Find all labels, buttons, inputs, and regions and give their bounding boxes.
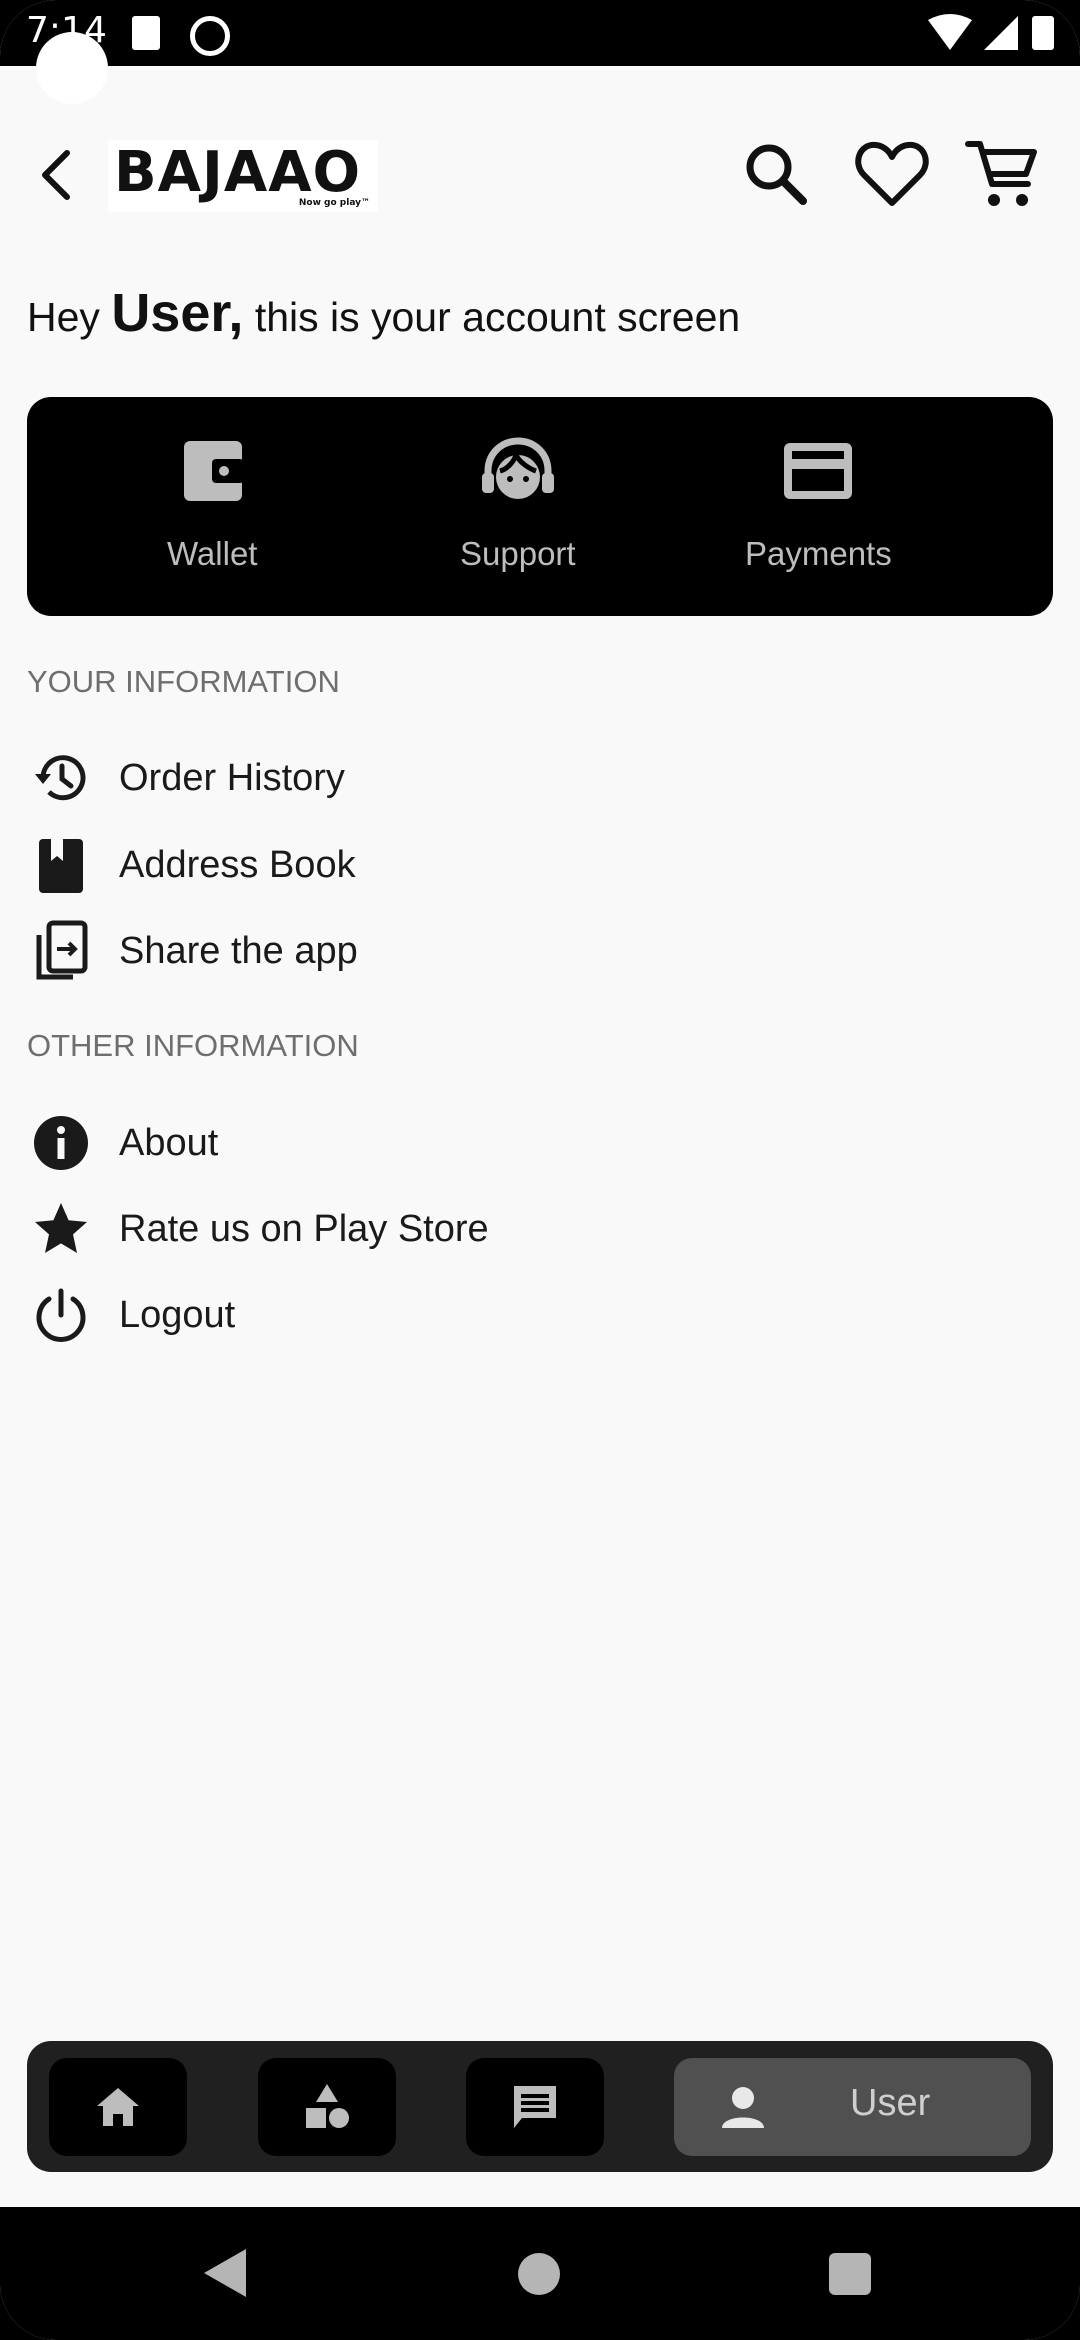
- bottom-navigation: User: [27, 2041, 1053, 2172]
- brand-tagline: Now go play™: [298, 198, 370, 208]
- back-button[interactable]: [22, 142, 88, 208]
- cart-icon: [965, 141, 1037, 206]
- account-screen: 7:14 BAJAAO Now go play™ Hey User, this …: [0, 0, 1080, 2340]
- power-icon: [27, 1281, 95, 1349]
- brand-logo[interactable]: BAJAAO Now go play™: [108, 140, 378, 212]
- payments-button[interactable]: Payments: [745, 427, 892, 573]
- wallet-icon: [184, 441, 245, 501]
- nav-categories-button[interactable]: [258, 2058, 396, 2156]
- nav-user-label: User: [850, 2082, 931, 2124]
- greeting-prefix: Hey: [27, 294, 112, 340]
- logout-label: Logout: [119, 1293, 236, 1336]
- about-label: About: [119, 1121, 219, 1164]
- menu-item-address-book[interactable]: Address Book: [27, 825, 927, 905]
- cart-button[interactable]: [962, 134, 1042, 214]
- system-navigation-bar: [0, 2207, 1080, 2340]
- no-data-icon: [190, 16, 230, 56]
- user-name: User,: [111, 283, 244, 343]
- payments-label: Payments: [745, 535, 892, 572]
- headset-icon: [481, 437, 554, 499]
- section-title-other-information: OTHER INFORMATION: [27, 1028, 359, 1063]
- quick-actions-card: Wallet Support Payments: [27, 397, 1053, 616]
- history-icon: [27, 744, 95, 812]
- wallet-label: Wallet: [167, 535, 258, 572]
- system-back-button[interactable]: [200, 2245, 250, 2301]
- wallet-button[interactable]: Wallet: [167, 427, 257, 573]
- app-header: BAJAAO Now go play™: [0, 120, 1080, 230]
- support-label: Support: [460, 535, 576, 572]
- chat-icon: [514, 2086, 556, 2128]
- wishlist-button[interactable]: [852, 134, 932, 214]
- categories-icon: [306, 2084, 349, 2128]
- greeting-text: Hey User, this is your account screen: [27, 282, 740, 344]
- brand-name: BAJAAO: [114, 140, 362, 205]
- support-button[interactable]: Support: [460, 427, 576, 573]
- menu-item-logout[interactable]: Logout: [27, 1275, 927, 1355]
- address-book-label: Address Book: [119, 843, 356, 886]
- user-icon: [722, 2087, 764, 2128]
- greeting-suffix: this is your account screen: [243, 294, 741, 340]
- address-book-icon: [27, 831, 95, 899]
- home-icon: [97, 2088, 139, 2126]
- back-arrow-icon: [42, 150, 70, 200]
- nav-user-button[interactable]: User: [674, 2058, 1031, 2156]
- wifi-icon: [928, 14, 972, 50]
- battery-icon: [1032, 16, 1054, 50]
- share-app-label: Share the app: [119, 929, 358, 972]
- search-button[interactable]: [736, 134, 816, 214]
- system-recents-button[interactable]: [829, 2253, 871, 2295]
- signal-icon: [984, 16, 1018, 50]
- rate-us-label: Rate us on Play Store: [119, 1207, 489, 1250]
- menu-item-rate-us[interactable]: Rate us on Play Store: [27, 1189, 927, 1269]
- credit-card-icon: [784, 443, 853, 499]
- status-icons: [928, 14, 1054, 50]
- nav-chat-button[interactable]: [466, 2058, 604, 2156]
- search-icon: [746, 144, 807, 205]
- status-bar: 7:14: [0, 0, 1080, 66]
- menu-item-about[interactable]: About: [27, 1103, 927, 1183]
- heart-icon: [855, 141, 929, 206]
- camera-cutout: [36, 32, 108, 104]
- section-title-your-information: YOUR INFORMATION: [27, 664, 340, 699]
- nav-home-button[interactable]: [49, 2058, 187, 2156]
- order-history-label: Order History: [119, 756, 345, 799]
- share-icon: [27, 917, 95, 985]
- sd-card-icon: [132, 16, 160, 50]
- info-icon: [27, 1109, 95, 1177]
- menu-item-share-app[interactable]: Share the app: [27, 911, 927, 991]
- menu-item-order-history[interactable]: Order History: [27, 738, 927, 818]
- system-home-button[interactable]: [518, 2253, 560, 2295]
- star-icon: [27, 1195, 95, 1263]
